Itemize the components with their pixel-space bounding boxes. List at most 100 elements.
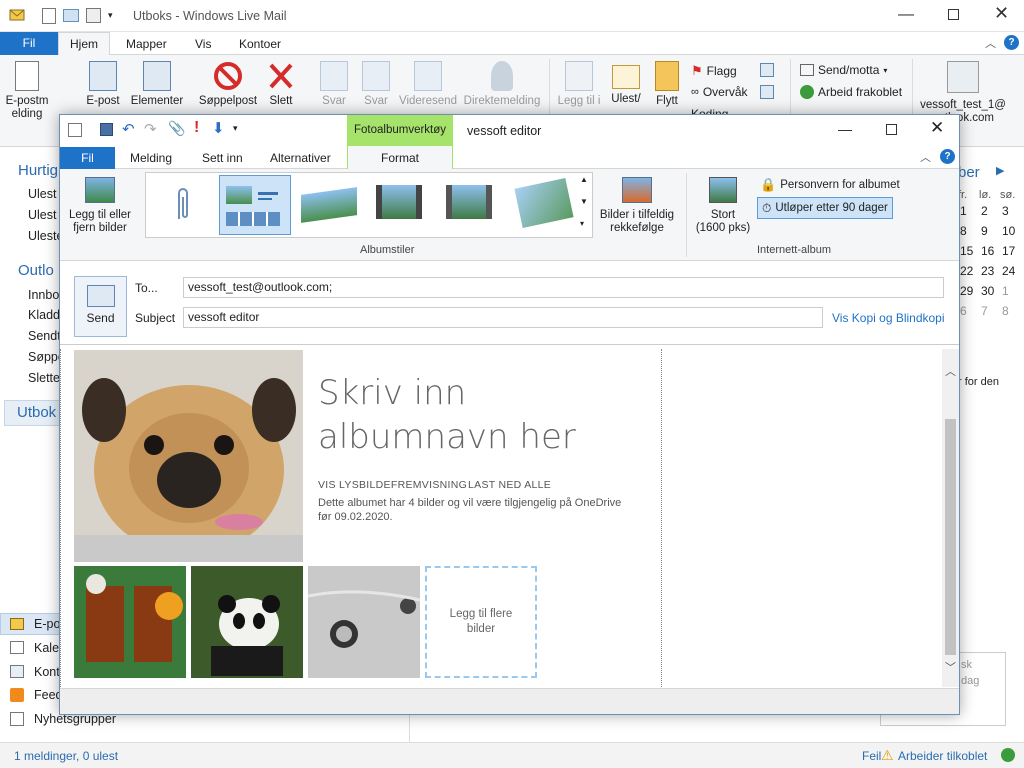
compose-maximize-button[interactable]	[886, 124, 897, 135]
style-film-icon[interactable]	[446, 185, 492, 219]
compose-qat-dropdown-icon[interactable]: ▾	[233, 123, 238, 134]
nav-sent[interactable]: Sendt	[28, 329, 61, 343]
nav-calendar-label[interactable]: Kale	[34, 641, 59, 655]
work-offline-button[interactable]: Arbeid frakoblet	[800, 85, 902, 99]
qat-dropdown-icon[interactable]: ▾	[108, 10, 113, 21]
calendar-day[interactable]: 2	[981, 204, 988, 218]
elements-button[interactable]: Elementer	[128, 61, 186, 108]
nav-drafts[interactable]: Kladd	[28, 308, 60, 322]
help-icon[interactable]: ?	[1004, 35, 1019, 50]
tab-file[interactable]: Fil	[0, 32, 58, 55]
maximize-button[interactable]	[948, 9, 959, 20]
album-title[interactable]: Skriv inn albumnavn her	[318, 371, 648, 459]
photo-panda[interactable]	[191, 566, 303, 678]
to-field[interactable]: vessoft_test@outlook.com;	[183, 277, 944, 298]
cc-bcc-link[interactable]: Vis Kopi og Blindkopi	[832, 311, 945, 325]
flag-button[interactable]: ⚑ Flagg	[691, 63, 737, 79]
scroll-down-chevron-icon-2[interactable]: ﹀	[945, 659, 956, 675]
calendar-day[interactable]: 29	[960, 284, 973, 298]
calendar-day[interactable]: 3	[1002, 204, 1009, 218]
photo-water-drops[interactable]	[308, 566, 420, 678]
calendar-day[interactable]: 7	[981, 304, 988, 318]
collapse-ribbon-icon[interactable]: ︿	[985, 35, 996, 51]
photo-drinks[interactable]	[74, 566, 186, 678]
nav-quick-views[interactable]: Hurtig	[18, 162, 58, 179]
email-button[interactable]: E-post	[80, 61, 126, 108]
reply-quick-icon[interactable]	[63, 9, 79, 22]
undo-icon[interactable]: ↶	[122, 120, 135, 138]
calendar-day[interactable]: 15	[960, 244, 973, 258]
style-filmstrip-icon[interactable]	[376, 185, 422, 219]
status-error[interactable]: Feil	[862, 749, 881, 763]
read-unread-button[interactable]: Ulest/	[606, 61, 646, 106]
calendar-day[interactable]: 16	[981, 244, 994, 258]
compose-minimize-button[interactable]: —	[838, 121, 852, 137]
next-month-icon[interactable]: ▶	[996, 164, 1004, 177]
close-button[interactable]: ✕	[994, 3, 1009, 24]
calendar-day[interactable]: 8	[1002, 304, 1009, 318]
slideshow-link[interactable]: VIS LYSBILDEFREMVISNING	[318, 479, 467, 491]
minimize-button[interactable]: —	[898, 6, 914, 24]
calendar-day[interactable]: 22	[960, 264, 973, 278]
compose-tab-options[interactable]: Alternativer	[270, 151, 331, 165]
nav-contacts-label[interactable]: Kont	[34, 665, 60, 679]
scroll-thumb[interactable]	[945, 419, 956, 655]
calendar-day[interactable]: 23	[981, 264, 994, 278]
print-icon[interactable]	[86, 8, 101, 23]
low-priority-icon[interactable]: ⬇	[212, 119, 225, 137]
nav-quick-2[interactable]: Ulest	[28, 208, 56, 222]
add-remove-photos-button[interactable]: Legg til eller fjern bilder	[64, 177, 136, 235]
save-icon[interactable]	[100, 123, 113, 136]
watch-button[interactable]: ∞ Overvåk	[691, 85, 748, 99]
compose-close-button[interactable]: ✕	[930, 118, 944, 138]
paperclip-style-icon[interactable]	[174, 185, 192, 225]
nav-deleted[interactable]: Slette	[28, 371, 60, 385]
gallery-scroll-down-icon[interactable]: ▼	[580, 197, 588, 206]
nav-outbox[interactable]: Utbok	[4, 400, 60, 426]
calendar-day[interactable]: 6	[960, 304, 967, 318]
scroll-up-chevron-icon[interactable]: ︿	[945, 363, 956, 379]
tab-accounts[interactable]: Kontoer	[239, 37, 281, 51]
tab-home[interactable]: Hjem	[58, 32, 110, 56]
tab-folders[interactable]: Mapper	[126, 37, 167, 51]
body-scrollbar[interactable]: ︿ ﹀	[942, 349, 959, 687]
status-online[interactable]: Arbeider tilkoblet	[898, 749, 987, 763]
app-icon[interactable]	[9, 8, 25, 22]
download-all-link[interactable]: LAST NED ALLE	[468, 479, 551, 491]
calendar-day[interactable]: 17	[1002, 244, 1015, 258]
to-label[interactable]: To...	[135, 281, 158, 295]
small-icon-2[interactable]	[760, 85, 774, 99]
email-message-button[interactable]: E-postmelding	[4, 61, 50, 121]
send-receive-button[interactable]: Send/motta ▾	[800, 63, 887, 77]
small-icon-1[interactable]	[760, 63, 774, 77]
calendar-day[interactable]: 30	[981, 284, 994, 298]
move-button[interactable]: Flytt	[650, 61, 684, 108]
redo-icon[interactable]: ↷	[144, 120, 157, 138]
delete-button[interactable]: Slett	[262, 61, 300, 108]
compose-tab-message[interactable]: Melding	[130, 151, 172, 165]
compose-help-icon[interactable]: ?	[940, 149, 955, 164]
shuffle-button[interactable]: Bilder i tilfeldig rekkefølge	[594, 177, 680, 235]
compose-tab-file[interactable]: Fil	[60, 147, 115, 169]
subject-field[interactable]: vessoft editor	[183, 307, 823, 328]
compose-tab-insert[interactable]: Sett inn	[202, 151, 243, 165]
gallery-scroll-up-icon[interactable]: ▲	[580, 175, 588, 184]
compose-collapse-ribbon-icon[interactable]: ︿	[920, 149, 931, 165]
nav-quick-1[interactable]: Ulest	[28, 187, 56, 201]
attach-icon[interactable]: 📎	[168, 120, 185, 137]
style-stack-icon[interactable]	[514, 178, 574, 228]
tab-view[interactable]: Vis	[195, 37, 211, 51]
nav-inbox[interactable]: Innbo	[28, 288, 59, 302]
add-more-photos[interactable]: Legg til flere bilder	[425, 566, 537, 678]
calendar-day[interactable]: 1	[960, 204, 967, 218]
calendar-day[interactable]: 10	[1002, 224, 1015, 238]
privacy-button[interactable]: 🔒 Personvern for albumet	[760, 177, 900, 193]
nav-outlook[interactable]: Outlo	[18, 262, 54, 279]
style-collage-icon[interactable]	[301, 187, 357, 223]
calendar-day[interactable]: 9	[981, 224, 988, 238]
size-button[interactable]: Stort (1600 pks)	[690, 177, 756, 235]
expires-button[interactable]: ⏱ Utløper etter 90 dager	[757, 197, 893, 219]
high-priority-icon[interactable]: !	[194, 119, 199, 137]
calendar-day[interactable]: 24	[1002, 264, 1015, 278]
new-icon[interactable]	[42, 8, 56, 24]
